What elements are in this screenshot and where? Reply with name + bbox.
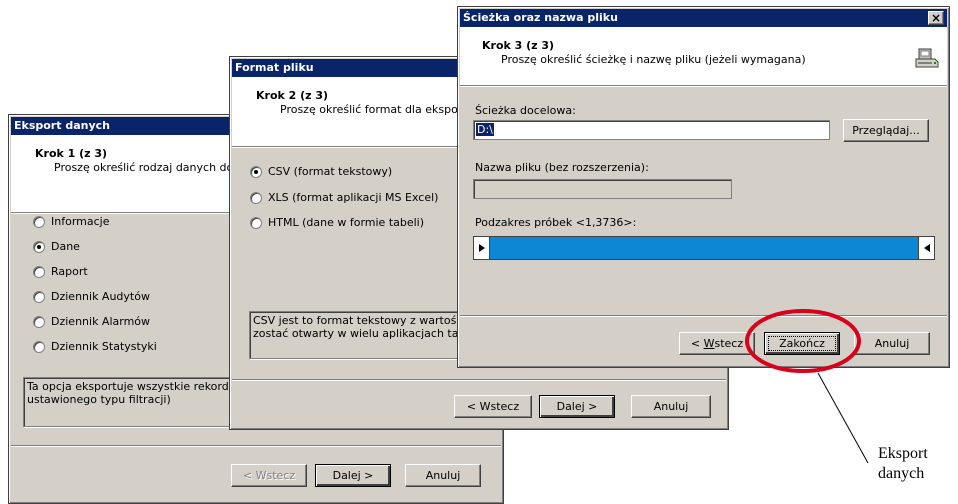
path-filename-dialog: Ścieżka oraz nazwa pliku × Krok 3 (z 3) … [457,6,950,368]
footer-separator [232,379,726,381]
step-description: Proszę określić ścieżkę i nazwę pliku (j… [501,53,806,66]
radio-label: Dane [51,240,80,253]
step-description: Proszę określić rodzaj danych do [54,161,234,174]
radio-circle-selected [33,241,45,253]
back-label-hotkey: W [703,337,715,350]
step-label: Krok 1 (z 3) [35,147,108,160]
dialog-title: Ścieżka oraz nazwa pliku [463,11,618,24]
back-button[interactable]: < Wstecz [679,332,755,355]
radio-label: HTML (dane w formie tabeli) [268,216,425,229]
step-label: Krok 3 (z 3) [482,39,555,52]
back-button[interactable]: < Wstecz [454,395,532,418]
finish-button[interactable]: Zakończ [764,332,840,355]
annotation-line-2: danych [878,465,925,482]
cancel-button[interactable]: Anuluj [631,395,711,418]
next-button[interactable]: Dalej > [315,464,391,487]
filename-label: Nazwa pliku (bez rozszerzenia): [475,161,649,174]
radio-label: CSV (format tekstowy) [268,165,393,178]
back-button[interactable]: < Wstecz [231,464,307,487]
path-input[interactable]: D:\ [473,120,830,140]
sample-range-label: Podzakres próbek <1,3736>: [475,216,637,229]
back-label-rest: stecz [714,337,744,350]
next-button[interactable]: Dalej > [539,395,615,418]
close-icon[interactable]: × [928,11,944,25]
radio-circle [33,216,45,228]
step-description: Proszę określić format dla eksport [280,103,467,116]
back-label-prefix: < [690,337,704,350]
radio-label: Dziennik Alarmów [51,315,151,328]
radio-circle [250,217,262,229]
triangle-left-icon [924,244,930,252]
range-end-handle[interactable] [918,237,934,259]
range-fill [490,237,918,259]
callout-line [817,372,869,464]
dialog-header: Krok 3 (z 3) Proszę określić ścieżkę i n… [460,27,947,86]
radio-circle [250,192,262,204]
radio-label: Raport [51,265,88,278]
cancel-button[interactable]: Anuluj [405,464,481,487]
footer-separator [460,315,947,317]
browse-button[interactable]: Przeglądaj... [843,119,929,142]
sample-range-slider[interactable] [473,236,935,260]
step-label: Krok 2 (z 3) [256,89,329,102]
radio-circle [33,341,45,353]
radio-label: Dziennik Statystyki [51,340,157,353]
filename-input[interactable] [473,179,732,199]
radio-circle [33,266,45,278]
radio-label: Informacje [51,215,110,228]
radio-label: Dziennik Audytów [51,290,150,303]
annotation-label: Eksport danych [878,444,928,484]
path-value-selected: D:\ [476,123,494,136]
path-label: Ścieżka docelowa: [475,104,576,117]
triangle-right-icon [479,244,485,252]
dialog-title-bar: Ścieżka oraz nazwa pliku [460,9,947,27]
radio-label: XLS (format aplikacji MS Excel) [268,191,439,204]
radio-circle [33,291,45,303]
footer-separator [11,445,501,447]
range-start-handle[interactable] [474,237,490,259]
disk-drive-icon [915,48,939,68]
radio-circle-selected [250,166,262,178]
cancel-button[interactable]: Anuluj [854,332,930,355]
annotation-line-1: Eksport [878,445,928,462]
radio-circle [33,316,45,328]
